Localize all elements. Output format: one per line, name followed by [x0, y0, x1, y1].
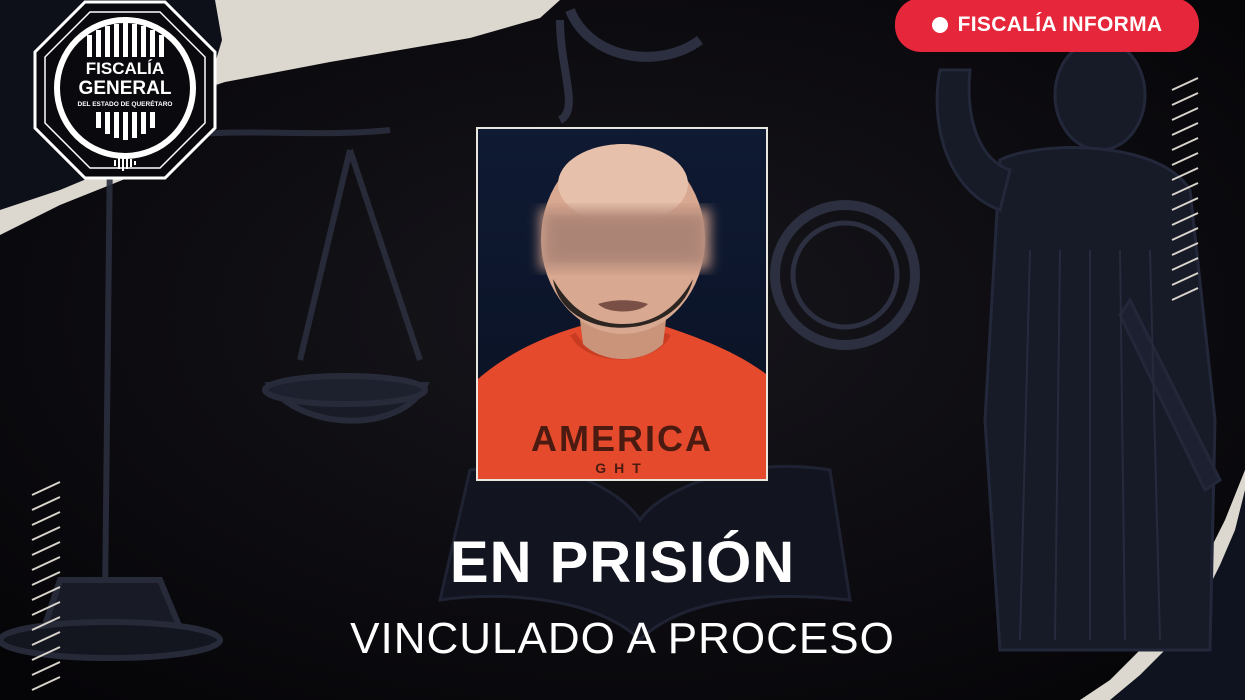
logo-line2: GENERAL — [79, 78, 172, 99]
detainee-photo: AMERICA GHT — [476, 127, 768, 481]
logo-line3: DEL ESTADO DE QUERÉTARO — [78, 99, 173, 108]
shirt-text-2: GHT — [595, 460, 649, 476]
badge-label: FISCALÍA INFORMA — [957, 13, 1163, 36]
badge-dot-icon — [931, 17, 948, 33]
shirt-text-1: AMERICA — [531, 418, 713, 459]
poster: FISCALÍA GENERAL DEL ESTADO DE QUERÉTARO… — [0, 0, 1245, 700]
subheadline: VINCULADO A PROCESO — [350, 614, 895, 663]
fiscalia-logo: FISCALÍA GENERAL DEL ESTADO DE QUERÉTARO — [33, 0, 217, 180]
logo-line1: FISCALÍA — [86, 59, 164, 78]
headline: EN PRISIÓN — [449, 530, 796, 595]
fiscalia-informa-badge: FISCALÍA INFORMA — [895, 0, 1199, 52]
